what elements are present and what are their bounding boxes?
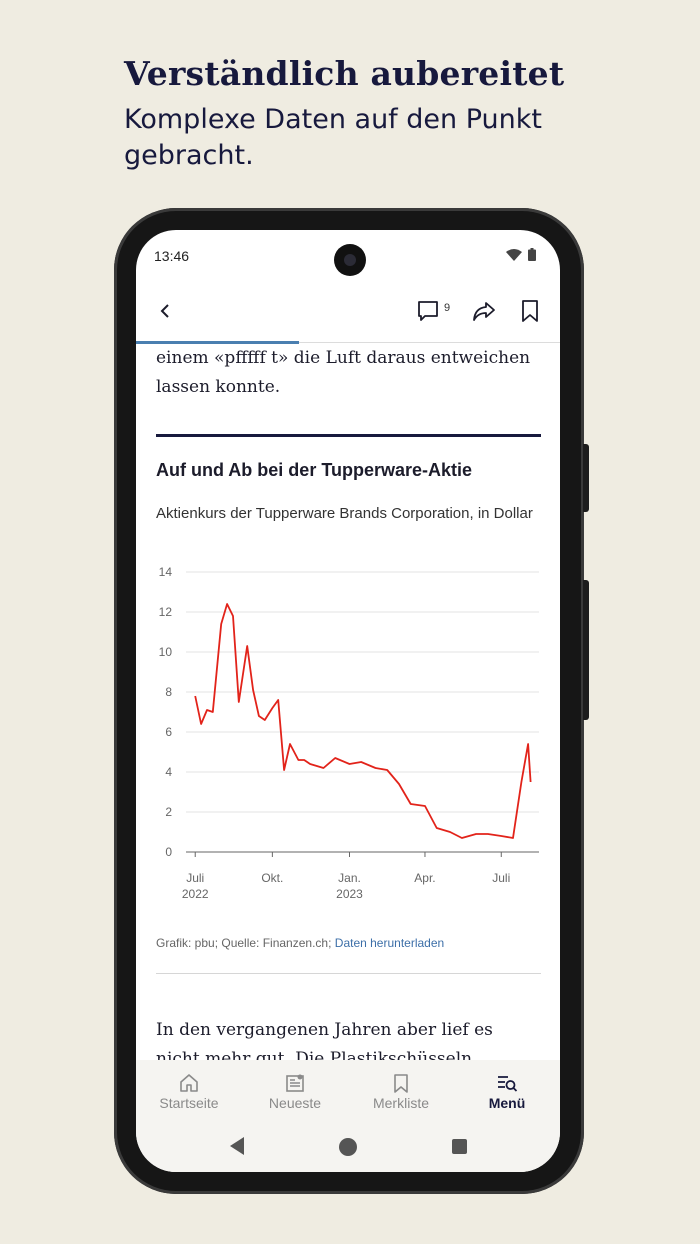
system-recents-button[interactable]	[452, 1139, 467, 1154]
chevron-left-icon	[160, 304, 169, 318]
comment-count: 9	[444, 302, 451, 314]
nav-label-merkliste: Merkliste	[372, 1095, 429, 1111]
volume-button	[583, 580, 589, 720]
nav-label-menu: Menü	[488, 1095, 526, 1111]
graphic-credit: Grafik: pbu; Quelle: Finanzen.ch; Daten …	[156, 936, 444, 950]
y-tick-label: 12	[159, 605, 173, 619]
graphic-top-rule	[156, 434, 541, 437]
download-data-link[interactable]: Daten herunterladen	[335, 936, 444, 950]
x-tick-label: Juli	[186, 871, 204, 885]
system-navigation-bar	[136, 1126, 560, 1172]
chart-title: Auf und Ab bei der Tupperware-Aktie	[156, 460, 473, 480]
bookmark-button[interactable]	[519, 298, 541, 329]
menu-search-icon	[498, 1076, 518, 1092]
system-home-button[interactable]	[339, 1138, 357, 1156]
promo-title: Verständlich aubereitet	[124, 54, 565, 93]
share-button[interactable]	[471, 298, 497, 329]
promo-subtitle: Komplexe Daten auf den Punkt gebracht.	[124, 104, 542, 171]
x-tick-label-year: 2023	[336, 887, 363, 901]
y-tick-label: 8	[165, 685, 172, 699]
nav-label-neueste: Neueste	[268, 1095, 322, 1111]
x-tick-label: Apr.	[414, 871, 435, 885]
news-icon	[286, 1074, 304, 1092]
x-tick-label: Juli	[492, 871, 510, 885]
nav-item-startseite[interactable]: Startseite	[136, 1060, 242, 1126]
y-tick-label: 2	[165, 805, 172, 819]
y-tick-label: 10	[159, 645, 173, 659]
wifi-icon	[506, 248, 522, 261]
y-tick-label: 6	[165, 725, 172, 739]
camera-cutout	[334, 244, 366, 276]
nav-item-merkliste[interactable]: Merkliste	[348, 1060, 454, 1126]
comment-icon	[418, 301, 438, 321]
bookmark-icon	[394, 1074, 408, 1093]
credit-text: Grafik: pbu; Quelle: Finanzen.ch;	[156, 936, 332, 950]
article-lead-text: einem «pfffff t» die Luft daraus entweic…	[156, 348, 531, 397]
status-icons	[506, 248, 536, 261]
status-time: 13:46	[154, 248, 190, 264]
graphic-bottom-rule	[156, 973, 541, 974]
x-tick-label: Jan.	[338, 871, 361, 885]
battery-icon	[528, 248, 536, 261]
system-back-icon[interactable]	[228, 1136, 246, 1156]
share-icon	[473, 302, 495, 321]
power-button	[583, 444, 589, 512]
article-toolbar: 9	[136, 290, 560, 342]
home-icon	[180, 1074, 198, 1092]
y-tick-label: 4	[165, 765, 172, 779]
status-bar: 13:46	[136, 230, 560, 280]
nav-label-startseite: Startseite	[159, 1095, 219, 1111]
chart-subtitle: Aktienkurs der Tupperware Brands Corpora…	[156, 505, 533, 522]
bookmark-icon	[522, 300, 538, 322]
stock-chart: 0 2 4 6 8 10 12 14 Juli 2022 Okt. Jan. 2023 Apr. Juli	[159, 566, 539, 901]
x-tick-label: Okt.	[261, 871, 283, 885]
phone-screen: 13:46 9 einem «pfffff t» die Luft daraus…	[136, 230, 560, 1172]
comments-button[interactable]: 9	[416, 299, 450, 323]
x-tick-label-year: 2022	[182, 887, 209, 901]
nav-item-menu[interactable]: Menü	[454, 1060, 560, 1126]
price-line	[194, 603, 532, 839]
y-tick-label: 14	[159, 566, 173, 579]
back-button[interactable]	[154, 300, 176, 327]
nav-item-neueste[interactable]: Neueste	[242, 1060, 348, 1126]
bottom-navigation: Startseite Neueste Merkliste Menü	[136, 1060, 560, 1126]
y-tick-label: 0	[165, 845, 172, 859]
